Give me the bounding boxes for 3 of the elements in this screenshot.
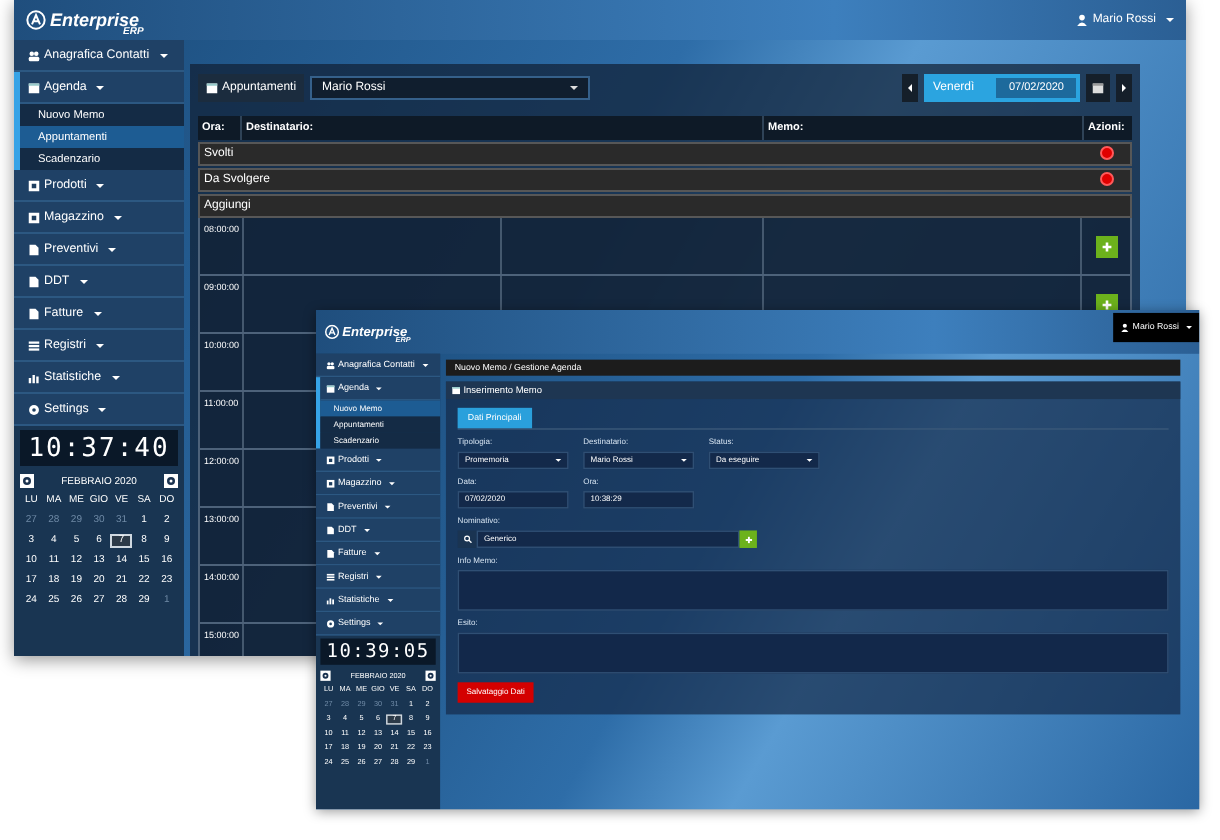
logo-text: Enterprise [50,12,140,30]
digital-clock: 10:37:40 [20,430,178,466]
digital-clock: 10:39:05 [320,638,436,665]
